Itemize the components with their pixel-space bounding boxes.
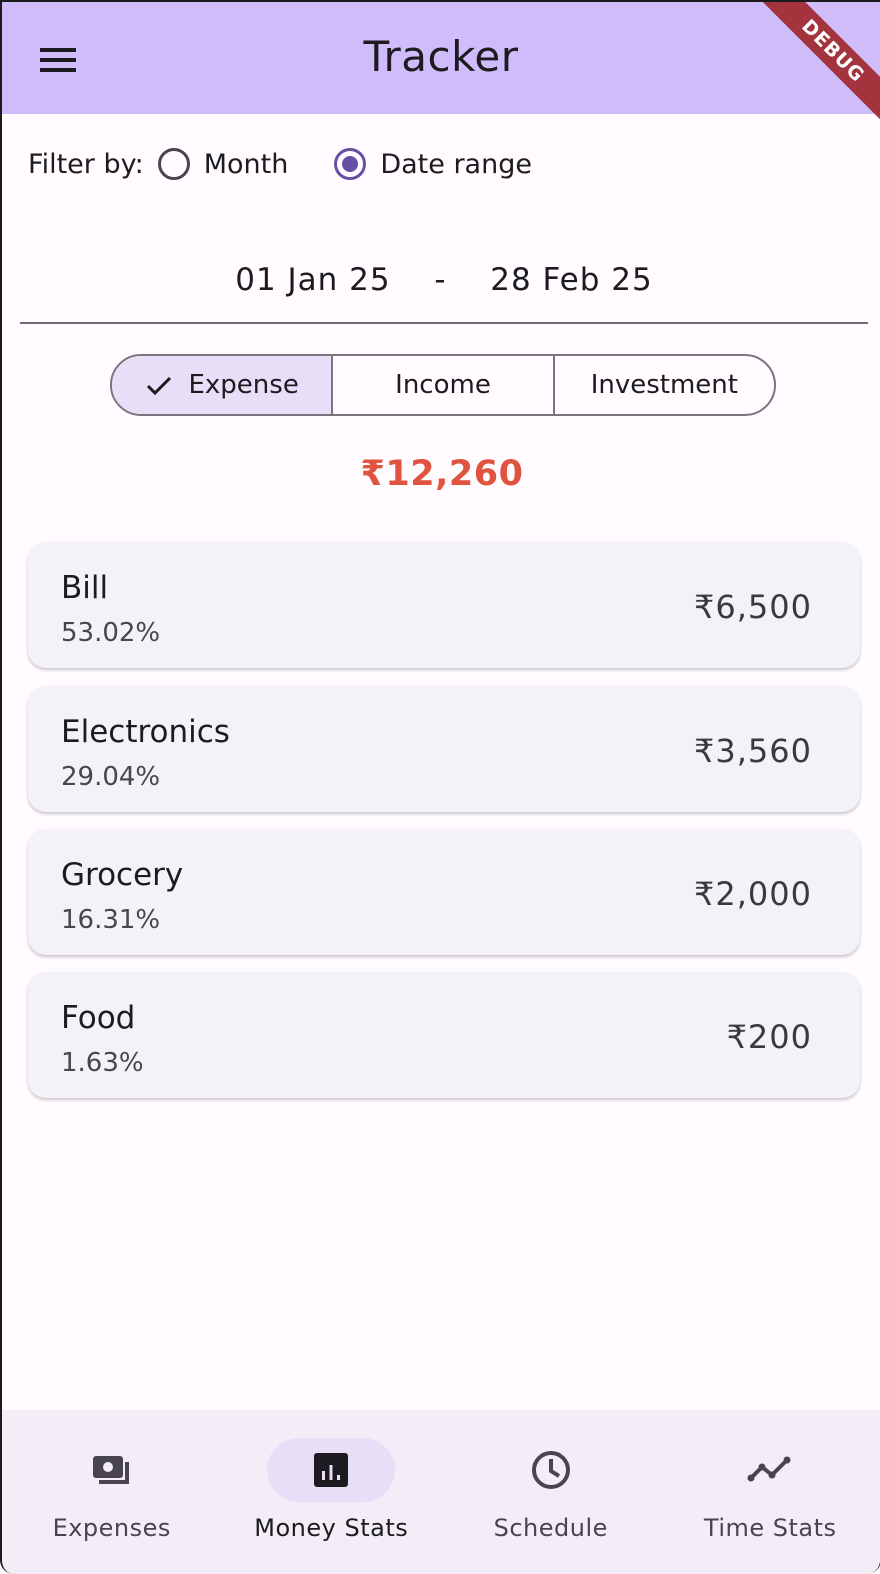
nav-item-money-stats[interactable]: Money Stats: [222, 1410, 442, 1574]
page-title: Tracker: [363, 32, 519, 81]
check-icon: [147, 376, 172, 396]
segment-investment-label: Investment: [590, 370, 738, 400]
nav-label-money-stats: Money Stats: [254, 1514, 409, 1542]
nav-label-expenses: Expenses: [52, 1514, 171, 1542]
filter-option-month-label: Month: [203, 148, 289, 180]
nav-item-schedule[interactable]: Schedule: [441, 1410, 661, 1574]
category-name: Bill: [61, 570, 109, 606]
category-card-electronics[interactable]: Electronics 29.04% ₹3,560: [28, 686, 860, 812]
category-card-bill[interactable]: Bill 53.02% ₹6,500: [28, 542, 860, 668]
category-card-grocery[interactable]: Grocery 16.31% ₹2,000: [28, 829, 860, 955]
segment-income-label: Income: [395, 370, 491, 400]
nav-item-time-stats[interactable]: Time Stats: [661, 1410, 880, 1574]
date-range-start: 01 Jan 25: [235, 262, 391, 298]
filter-label: Filter by:: [28, 148, 144, 180]
nav-item-expenses[interactable]: Expenses: [2, 1410, 222, 1574]
type-segmented-control: Expense Income Investment: [110, 354, 776, 416]
payments-icon: [92, 1456, 129, 1484]
nav-label-time-stats: Time Stats: [703, 1514, 837, 1542]
segment-income[interactable]: Income: [331, 356, 552, 414]
radio-month[interactable]: [157, 148, 190, 180]
date-range-field[interactable]: 01 Jan 25 - 28 Feb 25: [20, 252, 868, 324]
filter-option-month[interactable]: Month: [157, 148, 289, 180]
filter-option-date-range-label: Date range: [380, 148, 532, 180]
category-amount: ₹2,000: [694, 875, 812, 913]
segment-expense-label: Expense: [188, 370, 299, 400]
category-amount: ₹6,500: [694, 588, 812, 626]
total-amount: ₹12,260: [360, 454, 524, 494]
clock-icon: [531, 1451, 570, 1489]
bar-chart-icon: [314, 1453, 349, 1487]
debug-banner-label: DEBUG: [762, 2, 880, 122]
bottom-navigation-bar: Expenses Money Stats Schedule Time Stats: [2, 1410, 880, 1574]
nav-label-schedule: Schedule: [493, 1514, 608, 1542]
category-percent: 16.31%: [61, 905, 161, 935]
category-percent: 1.63%: [61, 1048, 144, 1078]
filter-row: Filter by: Month Date range: [28, 142, 532, 186]
category-amount: ₹200: [726, 1018, 812, 1056]
app-bar: Tracker DEBUG: [2, 2, 880, 122]
segment-investment[interactable]: Investment: [552, 356, 774, 414]
segment-expense[interactable]: Expense: [112, 356, 332, 414]
category-percent: 53.02%: [61, 618, 161, 648]
category-name: Grocery: [61, 857, 184, 893]
category-name: Food: [61, 1000, 136, 1036]
category-percent: 29.04%: [61, 762, 161, 792]
radio-date-range[interactable]: [334, 148, 367, 180]
date-range-separator: -: [434, 262, 447, 298]
date-range-end: 28 Feb 25: [490, 262, 653, 298]
trend-line-icon: [747, 1456, 791, 1482]
app-window: Tracker DEBUG Filter by: Month Date rang…: [0, 0, 880, 1574]
debug-banner: DEBUG: [760, 2, 880, 122]
category-name: Electronics: [61, 714, 230, 750]
category-card-food[interactable]: Food 1.63% ₹200: [28, 972, 860, 1098]
filter-option-date-range[interactable]: Date range: [334, 148, 532, 180]
category-amount: ₹3,560: [694, 732, 812, 770]
